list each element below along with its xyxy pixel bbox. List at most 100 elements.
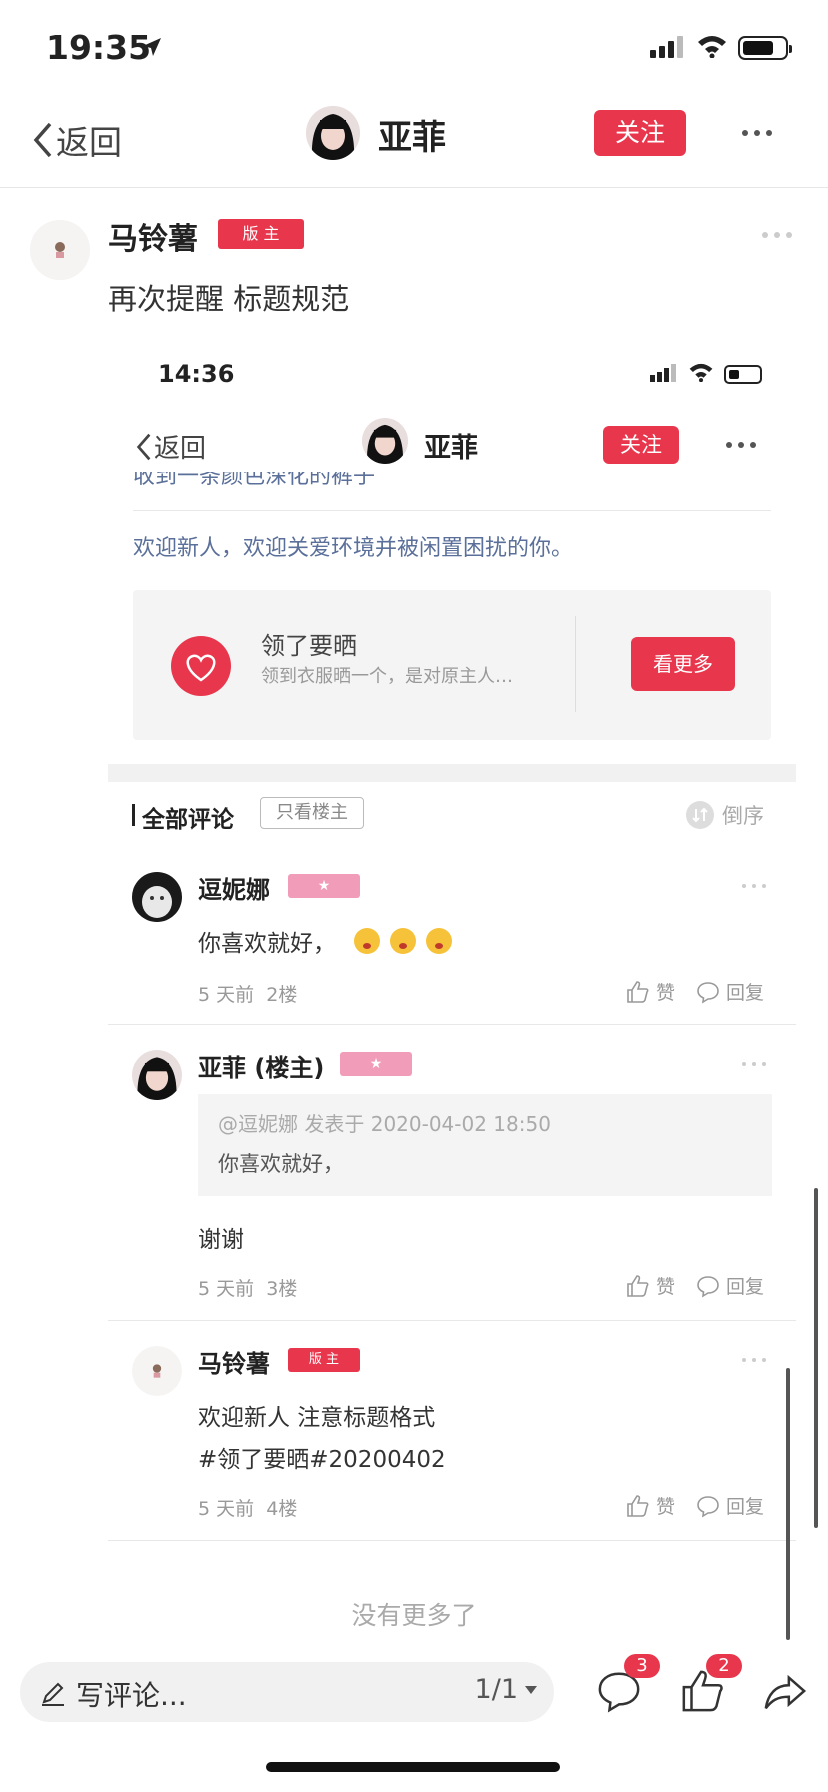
comment-author[interactable]: 亚菲 (楼主) bbox=[198, 1048, 324, 1083]
post-text: 再次提醒 标题规范 bbox=[108, 282, 350, 316]
card-title: 领了要晒 bbox=[261, 632, 357, 660]
pencil-icon bbox=[42, 1682, 64, 1706]
status-time: 19:35 bbox=[46, 28, 152, 67]
quoted-comment: @逗妮娜 发表于 2020-04-02 18:50 你喜欢就好， bbox=[198, 1094, 772, 1196]
card-subtitle: 领到衣服晒一个，是对原主人… bbox=[261, 666, 513, 687]
pager-label: 1/1 bbox=[474, 1674, 518, 1705]
comment-meta: 5 天前 2楼 bbox=[198, 980, 297, 1007]
comment-text: 谢谢 bbox=[198, 1227, 244, 1253]
more-icon[interactable] bbox=[742, 884, 766, 888]
like-label: 赞 bbox=[656, 1276, 676, 1298]
page-selector[interactable]: 1/1 bbox=[475, 1674, 538, 1705]
quote-header: @逗妮娜 发表于 2020-04-02 18:50 bbox=[218, 1112, 551, 1136]
follow-button[interactable]: 关注 bbox=[594, 110, 686, 156]
comment-icon bbox=[697, 1275, 719, 1298]
reply-label: 回复 bbox=[726, 1496, 765, 1518]
emoji-icon bbox=[352, 926, 454, 956]
back-label: 返回 bbox=[154, 434, 207, 464]
partial-line-clip: 收到一条颜色深化的裤子 bbox=[133, 472, 771, 490]
avatar[interactable] bbox=[132, 1346, 182, 1396]
divider bbox=[133, 510, 771, 511]
home-indicator[interactable] bbox=[266, 1762, 560, 1772]
signal-icon bbox=[650, 36, 683, 58]
caret-down-icon bbox=[525, 1685, 537, 1694]
comment-floor: 4楼 bbox=[266, 1498, 298, 1520]
partial-line: 收到一条颜色深化的裤子 bbox=[133, 472, 376, 489]
like-button[interactable]: 赞 bbox=[626, 1272, 675, 1299]
nav-user-name[interactable]: 亚菲 bbox=[378, 110, 446, 159]
avatar[interactable] bbox=[132, 872, 182, 922]
chevron-left-icon bbox=[136, 433, 151, 460]
section-divider bbox=[108, 764, 796, 782]
more-icon[interactable] bbox=[762, 232, 792, 238]
wifi-icon bbox=[689, 363, 713, 382]
comment-icon bbox=[697, 1495, 719, 1518]
reply-button[interactable]: 回复 bbox=[696, 978, 764, 1005]
moderator-badge: 版 主 bbox=[218, 219, 304, 249]
sort-order-button[interactable]: 倒序 bbox=[686, 800, 764, 830]
reply-label: 回复 bbox=[726, 1276, 765, 1298]
title-marker bbox=[132, 804, 135, 826]
level-badge: ★ bbox=[340, 1052, 412, 1076]
topic-card[interactable]: 领了要晒 领到衣服晒一个，是对原主人… 看更多 bbox=[133, 590, 771, 740]
moderator-badge: 版 主 bbox=[288, 1348, 360, 1372]
sort-order-label: 倒序 bbox=[722, 804, 764, 828]
comment-text: 你喜欢就好， bbox=[198, 924, 454, 958]
scrollbar[interactable] bbox=[814, 1188, 818, 1528]
comment-placeholder: 写评论... bbox=[76, 1679, 187, 1712]
reply-label: 回复 bbox=[726, 982, 765, 1004]
comment-author[interactable]: 马铃薯 bbox=[198, 1344, 270, 1379]
comment-text-content: 你喜欢就好， bbox=[198, 931, 336, 957]
thumbs-up-icon bbox=[627, 1494, 649, 1517]
embedded-scrollbar bbox=[786, 1368, 790, 1640]
comment-time: 5 天前 bbox=[198, 984, 255, 1006]
comment-text-line2: #领了要晒#20200402 bbox=[198, 1447, 446, 1473]
comment-input[interactable]: 写评论... 1/1 bbox=[20, 1662, 554, 1722]
embedded-back-button[interactable]: 返回 bbox=[134, 428, 206, 465]
divider bbox=[108, 1024, 796, 1025]
reply-button[interactable]: 回复 bbox=[696, 1272, 764, 1299]
comment-meta: 5 天前 4楼 bbox=[198, 1494, 297, 1521]
only-host-button[interactable]: 只看楼主 bbox=[260, 797, 364, 829]
more-icon[interactable] bbox=[742, 1358, 766, 1362]
comment-time: 5 天前 bbox=[198, 1278, 255, 1300]
avatar[interactable] bbox=[306, 106, 360, 160]
level-badge: ★ bbox=[288, 874, 360, 898]
share-button[interactable] bbox=[762, 1668, 808, 1718]
avatar[interactable] bbox=[132, 1050, 182, 1100]
comment-text-line1: 欢迎新人 注意标题格式 bbox=[198, 1405, 436, 1431]
location-arrow-icon bbox=[143, 38, 161, 56]
comment-time: 5 天前 bbox=[198, 1498, 255, 1520]
more-icon[interactable] bbox=[742, 130, 772, 136]
like-label: 赞 bbox=[656, 982, 676, 1004]
comment-author[interactable]: 逗妮娜 bbox=[198, 870, 270, 905]
embedded-follow-button[interactable]: 关注 bbox=[603, 426, 679, 464]
comment-floor: 3楼 bbox=[266, 1278, 298, 1300]
avatar[interactable] bbox=[362, 418, 408, 464]
post-author[interactable]: 马铃薯 bbox=[108, 214, 198, 258]
see-more-button[interactable]: 看更多 bbox=[631, 637, 735, 691]
share-icon bbox=[764, 1674, 807, 1710]
comment-floor: 2楼 bbox=[266, 984, 298, 1006]
embedded-nav-user-name[interactable]: 亚菲 bbox=[424, 426, 478, 465]
wifi-icon bbox=[698, 36, 726, 58]
embedded-status-time: 14:36 bbox=[158, 360, 235, 388]
heart-icon bbox=[171, 636, 231, 696]
more-icon[interactable] bbox=[726, 442, 756, 448]
comment-count-badge: 3 bbox=[624, 1654, 660, 1678]
battery-icon bbox=[738, 36, 792, 60]
reply-button[interactable]: 回复 bbox=[696, 1492, 764, 1519]
more-icon[interactable] bbox=[742, 1062, 766, 1066]
avatar[interactable] bbox=[30, 220, 90, 280]
sort-icon bbox=[686, 801, 714, 829]
like-button[interactable]: 赞 bbox=[626, 1492, 675, 1519]
comment-meta: 5 天前 3楼 bbox=[198, 1274, 297, 1301]
divider bbox=[575, 616, 576, 712]
back-button[interactable]: 返回 bbox=[30, 116, 122, 164]
chevron-left-icon bbox=[33, 122, 52, 158]
comment-icon bbox=[697, 981, 719, 1004]
like-button[interactable]: 赞 bbox=[626, 978, 675, 1005]
like-count-badge: 2 bbox=[706, 1654, 742, 1678]
like-label: 赞 bbox=[656, 1496, 676, 1518]
signal-icon bbox=[650, 364, 676, 382]
